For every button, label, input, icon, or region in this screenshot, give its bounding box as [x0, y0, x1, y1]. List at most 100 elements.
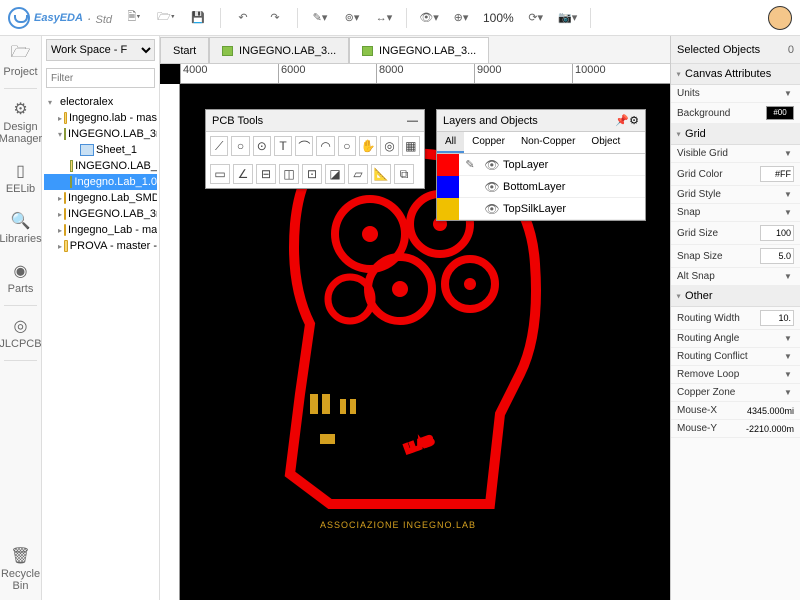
tree-item[interactable]: ▸Ingegno.Lab_SMD — [44, 190, 157, 206]
svg-text:I.LAB: I.LAB — [404, 434, 435, 455]
ruler-horizontal: 400060008000900010000 — [180, 64, 670, 84]
property-row[interactable]: Snap Size — [671, 245, 800, 268]
pcb-tools-panel[interactable]: PCB Tools— ⟋○⊙T⌒◠○✋◎▦ ▭∠⊟◫⊡◪▱📐⧉ — [205, 109, 425, 189]
save-icon[interactable]: 💾 — [188, 8, 208, 28]
section-header[interactable]: Canvas Attributes — [671, 64, 800, 85]
file-menu-icon[interactable]: 🗎▾ — [124, 8, 144, 28]
property-row[interactable]: Routing Width — [671, 307, 800, 330]
tree-item[interactable]: ▾INGEGNO.LAB_3r — [44, 126, 157, 142]
pin-icon[interactable]: 📌 — [615, 114, 629, 127]
place-menu-icon[interactable]: ⊚▾ — [342, 8, 362, 28]
tree-item[interactable]: INGEGNO.LAB_ — [44, 158, 157, 174]
properties-panel: Selected Objects0 Canvas AttributesUnits… — [670, 36, 800, 600]
pad-tool[interactable]: ○ — [231, 136, 249, 156]
layer-row[interactable]: 👁BottomLayer — [437, 176, 645, 198]
undo-icon[interactable]: ↶ — [233, 8, 253, 28]
align-menu-icon[interactable]: ↔▾ — [374, 8, 394, 28]
tab[interactable]: INGEGNO.LAB_3... — [349, 37, 489, 63]
rect-tool[interactable]: ▭ — [210, 164, 230, 184]
app-name: EasyEDA — [34, 12, 83, 24]
property-row[interactable]: Remove Loop▼ — [671, 366, 800, 384]
tree-item[interactable]: ▸INGEGNO.LAB_3r — [44, 206, 157, 222]
property-row[interactable]: Grid Color — [671, 163, 800, 186]
edit-menu-icon[interactable]: ✎▾ — [310, 8, 330, 28]
canvas[interactable]: 400060008000900010000 I.LAB — [160, 64, 670, 600]
layers-panel[interactable]: Layers and Objects📌 ⚙ AllCopperNon-Coppe… — [436, 109, 646, 221]
dimension-tool[interactable]: ⊟ — [256, 164, 276, 184]
open-menu-icon[interactable]: 🗁▾ — [156, 8, 176, 28]
status-row: Mouse-X4345.000mi — [671, 402, 800, 420]
sidebar-eelib[interactable]: ▯EELib — [0, 153, 41, 203]
separator — [406, 8, 407, 28]
tree-item[interactable]: ▸PROVA - master - — [44, 238, 157, 254]
sidebar-parts[interactable]: ◉Parts — [0, 253, 41, 303]
property-row[interactable]: Background#00 — [671, 103, 800, 124]
image-tool[interactable]: ▦ — [402, 136, 420, 156]
export-menu-icon[interactable]: 📷▾ — [558, 8, 578, 28]
property-row[interactable]: Snap▼ — [671, 204, 800, 222]
sidebar-libraries[interactable]: 🔍Libraries — [0, 203, 41, 253]
layer-tab[interactable]: Non-Copper — [513, 132, 583, 153]
hole-tool[interactable]: ◎ — [380, 136, 398, 156]
tab[interactable]: Start — [160, 37, 209, 63]
sidebar-jlcpcb[interactable]: ◎JLCPCB — [0, 308, 41, 358]
redo-icon[interactable]: ↷ — [265, 8, 285, 28]
sidebar-recycle-bin[interactable]: 🗑Recycle Bin — [0, 538, 41, 600]
property-row[interactable]: Grid Size — [671, 222, 800, 245]
property-row[interactable]: Copper Zone▼ — [671, 384, 800, 402]
layer-row[interactable]: ✎👁TopLayer — [437, 154, 645, 176]
tab-bar: StartINGEGNO.LAB_3...INGEGNO.LAB_3... — [160, 36, 670, 64]
separator — [220, 8, 221, 28]
arc-tool[interactable]: ⌒ — [295, 136, 313, 156]
property-row[interactable]: Alt Snap▼ — [671, 268, 800, 286]
settings-icon[interactable]: ⚙ — [629, 114, 639, 127]
text-tool[interactable]: T — [274, 136, 292, 156]
zoom-level[interactable]: 100% — [483, 11, 514, 25]
arc2-tool[interactable]: ◠ — [316, 136, 334, 156]
selected-objects-header: Selected Objects0 — [671, 36, 800, 64]
user-avatar[interactable] — [768, 6, 792, 30]
top-toolbar: EasyEDA · Std 🗎▾ 🗁▾ 💾 ↶ ↷ ✎▾ ⊚▾ ↔▾ 👁▾ ⊕▾… — [0, 0, 800, 36]
cloud-icon — [8, 7, 30, 29]
filter-input[interactable] — [46, 68, 155, 88]
property-row[interactable]: Grid Style▼ — [671, 186, 800, 204]
layer-tab[interactable]: Copper — [464, 132, 513, 153]
view-menu-icon[interactable]: 👁▾ — [419, 8, 439, 28]
separator — [297, 8, 298, 28]
tree-root[interactable]: ▾electoralex — [44, 94, 157, 110]
tab[interactable]: INGEGNO.LAB_3... — [209, 37, 349, 63]
tree-item[interactable]: Ingegno.Lab_1.0 — [44, 174, 157, 190]
zoom-menu-icon[interactable]: ⊕▾ — [451, 8, 471, 28]
via-tool[interactable]: ⊙ — [253, 136, 271, 156]
solid-tool[interactable]: ▱ — [348, 164, 368, 184]
sidebar-project[interactable]: 🗁Project — [0, 36, 41, 86]
section-header[interactable]: Other — [671, 286, 800, 307]
status-row: Mouse-Y-2210.000m — [671, 420, 800, 438]
track-tool[interactable]: ⟋ — [210, 136, 228, 156]
move-tool[interactable]: ✋ — [359, 136, 377, 156]
workspace-selector[interactable]: Work Space - F — [42, 36, 159, 64]
rotate-menu-icon[interactable]: ⟳▾ — [526, 8, 546, 28]
protractor-tool[interactable]: ◫ — [279, 164, 299, 184]
circle-tool[interactable]: ○ — [338, 136, 356, 156]
property-row[interactable]: Routing Conflict▼ — [671, 348, 800, 366]
group-tool[interactable]: ⧉ — [394, 164, 414, 184]
connect-tool[interactable]: ⊡ — [302, 164, 322, 184]
section-header[interactable]: Grid — [671, 124, 800, 145]
minimize-icon[interactable]: — — [407, 115, 418, 127]
tree-item[interactable]: ▸Ingegno.lab - mas — [44, 110, 157, 126]
app-edition: · Std — [87, 10, 112, 26]
project-panel: Work Space - F ▾electoralex ▸Ingegno.lab… — [42, 36, 160, 600]
tree-item[interactable]: Sheet_1 — [44, 142, 157, 158]
measure-tool[interactable]: 📐 — [371, 164, 391, 184]
sidebar-design-manager[interactable]: ⚙Design Manager — [0, 91, 41, 153]
copper-tool[interactable]: ◪ — [325, 164, 345, 184]
property-row[interactable]: Visible Grid▼ — [671, 145, 800, 163]
layer-tab[interactable]: Object — [583, 132, 628, 153]
layer-row[interactable]: 👁TopSilkLayer — [437, 198, 645, 220]
property-row[interactable]: Units▼ — [671, 85, 800, 103]
layer-tab[interactable]: All — [437, 132, 464, 153]
tree-item[interactable]: ▸Ingegno_Lab - ma — [44, 222, 157, 238]
property-row[interactable]: Routing Angle▼ — [671, 330, 800, 348]
line-tool[interactable]: ∠ — [233, 164, 253, 184]
